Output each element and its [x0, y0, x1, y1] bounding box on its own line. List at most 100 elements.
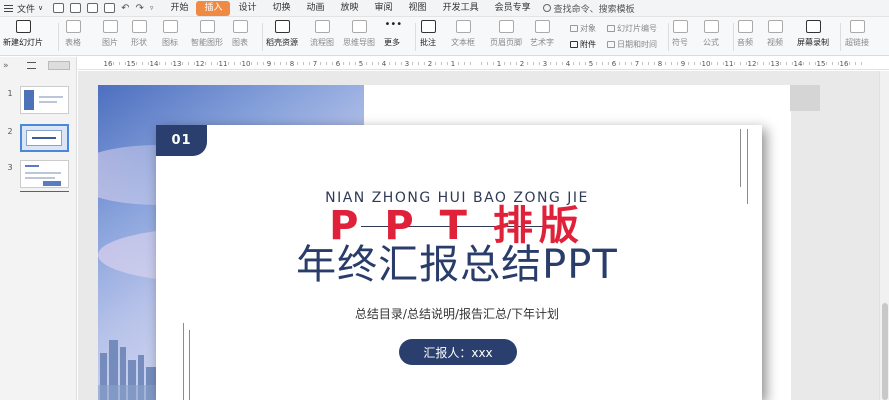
- icon-library-icon: [162, 20, 178, 33]
- more-icon: •••: [384, 19, 403, 30]
- icon-label: 图标: [162, 38, 178, 47]
- file-menu-label: 文件: [17, 4, 36, 15]
- formula-label: 公式: [703, 38, 719, 47]
- tab-5[interactable]: 放映: [333, 1, 367, 16]
- scrollbar-thumb[interactable]: [882, 303, 888, 400]
- table-label: 表格: [65, 38, 81, 47]
- tab-9[interactable]: 会员专享: [487, 1, 539, 16]
- insert-position-marker: [20, 191, 69, 192]
- slide-thumb-3[interactable]: 3: [0, 160, 69, 188]
- comment-icon: [420, 20, 436, 33]
- file-menu[interactable]: 文件 ∨: [0, 2, 47, 15]
- flowchart-button[interactable]: 流程图: [310, 20, 334, 48]
- slide-thumb-1[interactable]: 1: [0, 86, 69, 114]
- video-button[interactable]: 视频: [767, 20, 783, 48]
- wordart-button[interactable]: 艺术字: [530, 20, 554, 48]
- header-footer-button[interactable]: 页眉页脚: [490, 20, 522, 48]
- ruler-label: 6: [612, 60, 617, 68]
- paperclip-icon: [570, 41, 578, 48]
- symbol-label: 符号: [672, 38, 688, 47]
- textbox-button[interactable]: 文本框: [451, 20, 475, 48]
- tab-7[interactable]: 视图: [401, 1, 435, 16]
- hyperlink-button[interactable]: 超链接: [845, 20, 869, 48]
- mindmap-icon: [351, 20, 367, 33]
- ruler-label: 6: [336, 60, 341, 68]
- hamburger-icon: [4, 4, 13, 12]
- ruler-label: 13: [771, 60, 780, 68]
- audio-button[interactable]: 音频: [737, 20, 753, 48]
- slide-number: 1: [7, 89, 13, 98]
- undo-icon[interactable]: ↶: [121, 3, 129, 14]
- chevron-down-icon: ∨: [38, 4, 44, 12]
- screen-record-icon: [805, 20, 821, 33]
- shape-button[interactable]: 形状: [131, 20, 147, 48]
- print-preview-icon[interactable]: [104, 3, 116, 13]
- picture-button[interactable]: 图片: [102, 20, 118, 48]
- tab-1[interactable]: 插入: [196, 0, 231, 16]
- thumbnail-view-icon[interactable]: [47, 61, 70, 70]
- command-search[interactable]: 查找命令、搜索模板: [542, 2, 635, 15]
- ruler-label: 13: [173, 60, 182, 68]
- subtitle: 总结目录/总结说明/报告汇总/下年计划: [354, 307, 560, 321]
- smartart-button[interactable]: 智能图形: [191, 20, 223, 48]
- mindmap-label: 思维导图: [343, 38, 375, 47]
- table-icon: [65, 20, 81, 33]
- ruler-label: 10: [242, 60, 251, 68]
- slide-number-icon: [607, 25, 615, 32]
- attachment-button[interactable]: 附件: [570, 39, 596, 50]
- slide-number: 2: [7, 127, 13, 136]
- print-icon[interactable]: [87, 3, 99, 13]
- title-slide-card[interactable]: 01 NIAN ZHONG HUI BAO ZONG JIE P P T 排版 …: [156, 125, 762, 400]
- datetime-button[interactable]: 日期和时间: [607, 39, 657, 50]
- omega-icon: [672, 20, 688, 33]
- hyperlink-label: 超链接: [845, 38, 869, 47]
- section-number-tag: 01: [156, 125, 207, 156]
- docer-resources-button[interactable]: 稻壳资源: [266, 20, 298, 48]
- horizontal-ruler: 16 15 14 13 12 11 10 9 8 7 6 5 4 3 2 1 1 2 3 4 5 6 7 8 9 10 11 12 13…: [78, 57, 889, 70]
- tab-4[interactable]: 动画: [299, 1, 333, 16]
- decor-line: [740, 129, 741, 187]
- smartart-label: 智能图形: [191, 38, 223, 47]
- decor-line: [183, 323, 184, 400]
- hyperlink-icon: [849, 20, 865, 33]
- reporter-badge: 汇报人：xxx: [399, 339, 517, 365]
- more-button[interactable]: ••• 更多: [384, 19, 403, 48]
- search-placeholder: 查找命令、搜索模板: [553, 4, 635, 15]
- export-pdf-icon[interactable]: [70, 3, 82, 13]
- header-footer-icon: [498, 20, 514, 33]
- new-slide-icon: [15, 20, 31, 33]
- ruler-ticks: 16 15 14 13 12 11 10 9 8 7 6 5 4 3 2 1 1 2 3 4 5 6 7 8 9 10 11 12 13…: [104, 60, 862, 68]
- icon-button[interactable]: 图标: [162, 20, 178, 48]
- slide-number-button[interactable]: 幻灯片编号: [607, 23, 657, 34]
- formula-icon: [703, 20, 719, 33]
- object-label: 对象: [580, 24, 596, 33]
- slide-thumbnail-selected: [20, 124, 69, 152]
- outline-view-icon[interactable]: [26, 62, 36, 69]
- save-icon[interactable]: [53, 3, 65, 13]
- ruler-label: 3: [405, 60, 409, 68]
- slide-thumb-2[interactable]: 2: [0, 124, 69, 152]
- tab-8[interactable]: 开发工具: [435, 1, 487, 16]
- customize-icon[interactable]: ▿: [150, 4, 154, 12]
- new-slide-button[interactable]: 新建幻灯片: [3, 20, 43, 48]
- slide-thumbnail-panel: » 1 2 3: [0, 57, 77, 400]
- table-button[interactable]: 表格: [65, 20, 81, 48]
- formula-button[interactable]: 公式: [703, 20, 719, 48]
- screen-record-button[interactable]: 屏幕录制: [797, 20, 829, 48]
- comment-button[interactable]: 批注: [420, 20, 436, 48]
- tab-6[interactable]: 审阅: [367, 1, 401, 16]
- ruler-label: 9: [267, 60, 271, 68]
- redo-icon[interactable]: ↷: [136, 3, 144, 14]
- ruler-label: 11: [725, 60, 734, 68]
- symbol-button[interactable]: 符号: [672, 20, 688, 48]
- vertical-scrollbar[interactable]: [879, 71, 889, 400]
- collapse-panel-icon[interactable]: »: [3, 61, 9, 71]
- video-label: 视频: [767, 38, 783, 47]
- tab-0[interactable]: 开始: [162, 1, 196, 16]
- chart-button[interactable]: 图表: [232, 20, 248, 48]
- mindmap-button[interactable]: 思维导图: [343, 20, 375, 48]
- tab-3[interactable]: 切换: [264, 1, 298, 16]
- ruler-label: 4: [566, 60, 571, 68]
- object-button[interactable]: 对象: [570, 23, 596, 34]
- tab-2[interactable]: 设计: [230, 1, 264, 16]
